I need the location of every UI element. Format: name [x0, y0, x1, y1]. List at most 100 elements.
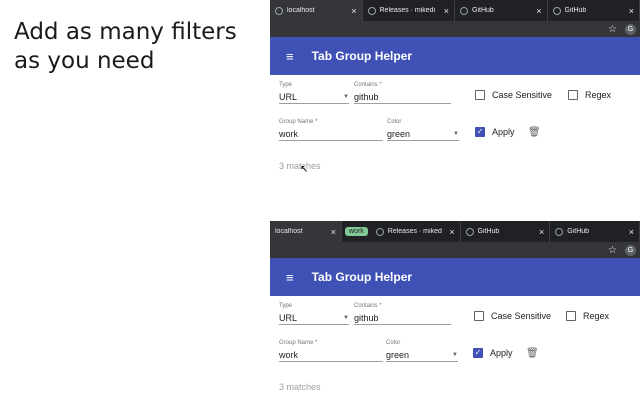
apply-label: Apply: [490, 348, 513, 358]
type-value: URL: [279, 312, 298, 323]
color-select[interactable]: Color green ▼: [387, 119, 459, 141]
github-icon: [367, 6, 376, 15]
apply-label: Apply: [492, 127, 515, 137]
github-icon: [465, 227, 474, 236]
headline-line-2: as you need: [14, 48, 155, 74]
caret-down-icon: ▼: [452, 351, 458, 358]
tab-title: GitHub: [567, 228, 590, 235]
checkbox-box[interactable]: [568, 90, 578, 100]
group-name-input[interactable]: Group Name * work: [279, 340, 383, 362]
tab-localhost[interactable]: localhost ×: [270, 0, 363, 21]
case-sensitive-label: Case Sensitive: [491, 311, 552, 321]
contains-input[interactable]: Contains * github: [354, 82, 451, 104]
star-icon[interactable]: ☆: [608, 245, 617, 256]
app-bar: ≡ Tab Group Helper: [270, 37, 640, 75]
menu-icon[interactable]: ≡: [286, 271, 294, 284]
screenshot-top: localhost × Releases · mikedi × GitHub ×…: [270, 0, 640, 184]
regex-label: Regex: [583, 311, 610, 321]
tab-github[interactable]: GitHub ×: [455, 0, 548, 21]
contains-value: github: [354, 312, 379, 323]
menu-icon[interactable]: ≡: [286, 50, 294, 63]
tab-github[interactable]: GitHub ×: [548, 0, 640, 21]
tab-title: GitHub: [564, 7, 587, 14]
color-value: green: [386, 349, 410, 360]
group-name-value: work: [279, 349, 299, 360]
case-sensitive-checkbox[interactable]: Case Sensitive: [475, 90, 552, 100]
close-icon[interactable]: ×: [444, 6, 449, 16]
apply-checkbox[interactable]: ✓ Apply: [475, 127, 515, 137]
caret-down-icon: ▼: [343, 93, 349, 100]
tab-strip: localhost × work Releases · miked × GitH…: [270, 221, 640, 242]
avatar[interactable]: G: [625, 244, 636, 256]
group-name-input[interactable]: Group Name * work: [279, 119, 383, 141]
screenshot-bottom: localhost × work Releases · miked × GitH…: [270, 221, 640, 400]
caret-down-icon: ▼: [343, 314, 349, 321]
star-icon[interactable]: ☆: [608, 24, 617, 35]
color-select[interactable]: Color green ▼: [386, 340, 458, 362]
browser-toolbar: ☆ G: [270, 242, 640, 258]
github-icon: [552, 6, 561, 15]
headline-line-1: Add as many filters: [14, 19, 237, 45]
close-icon[interactable]: ×: [351, 6, 356, 16]
color-label: Color: [387, 119, 402, 125]
tab-releases[interactable]: Releases · mikedi ×: [363, 0, 455, 21]
caret-down-icon: ▼: [453, 130, 459, 137]
trash-icon[interactable]: 🗑: [526, 348, 539, 359]
apply-checkbox[interactable]: ✓ Apply: [473, 348, 513, 358]
tab-group-chip-work[interactable]: work: [345, 227, 368, 236]
contains-label: Contains *: [354, 82, 382, 88]
tab-releases[interactable]: Releases · miked ×: [371, 221, 461, 242]
regex-checkbox[interactable]: Regex: [568, 90, 611, 100]
group-name-value: work: [279, 128, 299, 139]
case-sensitive-label: Case Sensitive: [492, 90, 553, 100]
checkbox-box[interactable]: [566, 311, 576, 321]
color-label: Color: [386, 340, 401, 346]
close-icon[interactable]: ×: [629, 6, 634, 16]
trash-icon[interactable]: 🗑: [528, 127, 541, 138]
avatar[interactable]: G: [625, 23, 636, 35]
checkbox-box[interactable]: [475, 90, 485, 100]
app-title: Tab Group Helper: [311, 49, 413, 63]
browser-toolbar: ☆ G: [270, 21, 640, 37]
close-icon[interactable]: ×: [331, 227, 336, 237]
check-icon[interactable]: ✓: [473, 348, 483, 358]
close-icon[interactable]: ×: [449, 227, 454, 237]
close-icon[interactable]: ×: [536, 6, 541, 16]
github-icon: [375, 227, 384, 236]
github-icon: [555, 227, 564, 236]
case-sensitive-checkbox[interactable]: Case Sensitive: [474, 311, 551, 321]
contains-input[interactable]: Contains * github: [354, 303, 451, 325]
tab-github[interactable]: GitHub ×: [461, 221, 551, 242]
app-bar: ≡ Tab Group Helper: [270, 258, 640, 296]
regex-checkbox[interactable]: Regex: [566, 311, 609, 321]
tab-title: GitHub: [472, 7, 494, 14]
group-name-label: Group Name *: [279, 119, 318, 125]
tab-title: localhost: [275, 228, 303, 235]
matches-count: 3 matches: [279, 382, 321, 392]
contains-value: github: [354, 91, 379, 102]
type-select[interactable]: Type URL ▼: [279, 82, 349, 104]
tab-title: localhost: [287, 7, 315, 14]
tab-title: Releases · miked: [387, 228, 442, 235]
close-icon[interactable]: ×: [629, 227, 634, 237]
tab-github[interactable]: GitHub ×: [550, 221, 640, 242]
close-icon[interactable]: ×: [539, 227, 544, 237]
globe-icon: [275, 6, 283, 15]
tab-title: Releases · mikedi: [379, 7, 436, 14]
tab-strip: localhost × Releases · mikedi × GitHub ×…: [270, 0, 640, 21]
app-title: Tab Group Helper: [311, 270, 413, 284]
type-label: Type: [279, 303, 293, 309]
type-value: URL: [279, 91, 298, 102]
type-label: Type: [279, 82, 293, 88]
color-value: green: [387, 128, 411, 139]
check-icon[interactable]: ✓: [475, 127, 485, 137]
github-icon: [460, 6, 468, 15]
contains-label: Contains *: [354, 303, 382, 309]
type-select[interactable]: Type URL ▼: [279, 303, 349, 325]
mouse-cursor-icon: ↖: [300, 164, 309, 175]
tab-title: GitHub: [477, 228, 500, 235]
tab-localhost[interactable]: localhost ×: [270, 221, 342, 242]
checkbox-box[interactable]: [474, 311, 484, 321]
regex-label: Regex: [585, 90, 612, 100]
group-name-label: Group Name *: [279, 340, 318, 346]
